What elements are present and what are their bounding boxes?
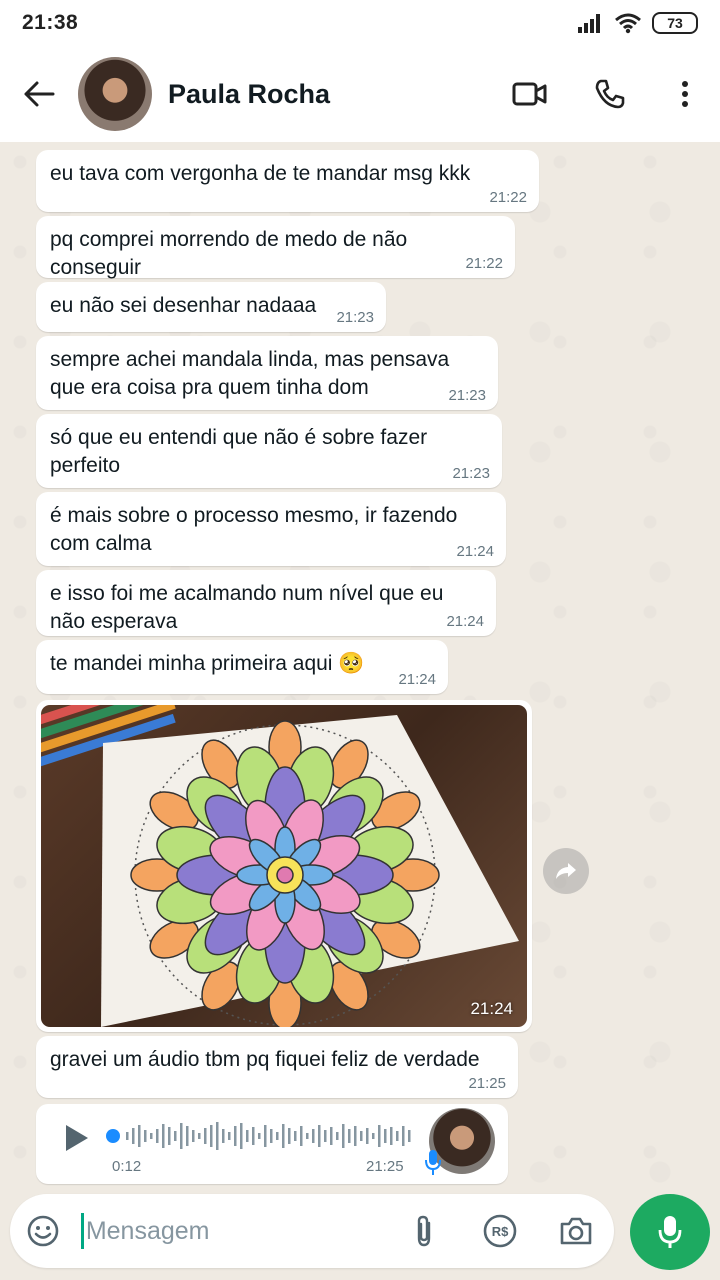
status-time: 21:38 [22, 11, 79, 34]
status-icons: 73 [578, 12, 698, 34]
message-text: te mandei minha primeira aqui 🥺 [50, 652, 365, 675]
attach-button[interactable] [386, 1194, 462, 1268]
message-time: 21:24 [456, 543, 494, 560]
contact-name[interactable]: Paula Rocha [168, 79, 490, 110]
chat-header: Paula Rocha [0, 46, 720, 142]
contact-avatar[interactable] [78, 57, 152, 131]
audio-duration: 0:12 [112, 1158, 142, 1175]
message-bubble[interactable]: é mais sobre o processo mesmo, ir fazend… [36, 492, 506, 566]
camera-icon [560, 1217, 592, 1245]
message-bubble[interactable]: só que eu entendi que não é sobre fazer … [36, 414, 502, 488]
wifi-icon [615, 13, 641, 34]
image-time: 21:24 [470, 999, 513, 1018]
message-bubble[interactable]: sempre achei mandala linda, mas pensava … [36, 336, 498, 410]
message-time: 21:22 [489, 189, 527, 206]
message-input[interactable] [85, 1216, 386, 1246]
text-caret [80, 1213, 84, 1249]
message-text: e isso foi me acalmando num nível que eu… [50, 582, 444, 633]
message-time: 21:23 [336, 309, 374, 326]
forward-icon [556, 863, 576, 879]
more-vertical-icon [682, 81, 688, 107]
forward-button[interactable] [543, 848, 589, 894]
message-time: 21:23 [448, 387, 486, 404]
message-bubble[interactable]: eu tava com vergonha de te mandar msg kk… [36, 150, 539, 212]
audio-time: 21:25 [366, 1158, 404, 1175]
camera-button[interactable] [538, 1194, 614, 1268]
message-text: eu tava com vergonha de te mandar msg kk… [50, 162, 471, 185]
phone-icon [595, 79, 625, 109]
back-button[interactable] [0, 46, 78, 142]
message-text: pq comprei morrendo de medo de não conse… [50, 228, 414, 279]
message-text: sempre achei mandala linda, mas pensava … [50, 348, 450, 399]
paperclip-icon [417, 1215, 431, 1247]
message-input-bar: R$ [10, 1194, 614, 1268]
audio-waveform[interactable] [124, 1120, 414, 1152]
message-text: só que eu entendi que não é sobre fazer … [50, 426, 428, 477]
back-arrow-icon [24, 81, 55, 107]
audio-progress-dot[interactable] [106, 1129, 120, 1143]
message-time: 21:25 [468, 1075, 506, 1092]
play-icon[interactable] [60, 1122, 92, 1154]
message-time: 21:24 [446, 613, 484, 630]
message-bubble[interactable]: pq comprei morrendo de medo de não conse… [36, 216, 515, 279]
video-call-button[interactable] [490, 46, 570, 142]
message-bubble[interactable]: e isso foi me acalmando num nível que eu… [36, 570, 496, 636]
more-options-button[interactable] [650, 46, 720, 142]
voice-call-button[interactable] [570, 46, 650, 142]
emoji-button[interactable] [14, 1194, 73, 1268]
voice-record-button[interactable] [630, 1194, 710, 1270]
battery-indicator: 73 [652, 12, 698, 34]
chat-area[interactable]: eu tava com vergonha de te mandar msg kk… [0, 142, 720, 1192]
message-text: é mais sobre o processo mesmo, ir fazend… [50, 504, 458, 555]
message-bubble[interactable]: gravei um áudio tbm pq fiquei feliz de v… [36, 1036, 518, 1098]
emoji-icon [28, 1215, 59, 1247]
message-time: 21:24 [398, 671, 436, 688]
currency-icon: R$ [483, 1214, 517, 1248]
mandala-drawing [41, 705, 519, 1027]
message-text: gravei um áudio tbm pq fiquei feliz de v… [50, 1048, 480, 1071]
signal-icon [578, 14, 600, 33]
message-text: eu não sei desenhar nadaaa [50, 294, 317, 317]
message-time: 21:23 [452, 465, 490, 482]
mandala-photo[interactable]: 21:24 [41, 705, 527, 1027]
status-bar: 21:38 73 [0, 0, 720, 46]
microphone-icon [658, 1216, 682, 1248]
message-time: 21:22 [465, 255, 503, 272]
image-message[interactable]: 21:24 [36, 700, 532, 1032]
svg-text:R$: R$ [492, 1224, 509, 1239]
audio-message[interactable]: 0:12 21:25 [36, 1104, 508, 1184]
message-bubble[interactable]: eu não sei desenhar nadaaa 21:23 [36, 282, 386, 332]
microphone-icon [425, 1150, 441, 1175]
payment-button[interactable]: R$ [462, 1194, 538, 1268]
message-bubble[interactable]: te mandei minha primeira aqui 🥺 21:24 [36, 640, 448, 694]
video-camera-icon [512, 82, 547, 106]
